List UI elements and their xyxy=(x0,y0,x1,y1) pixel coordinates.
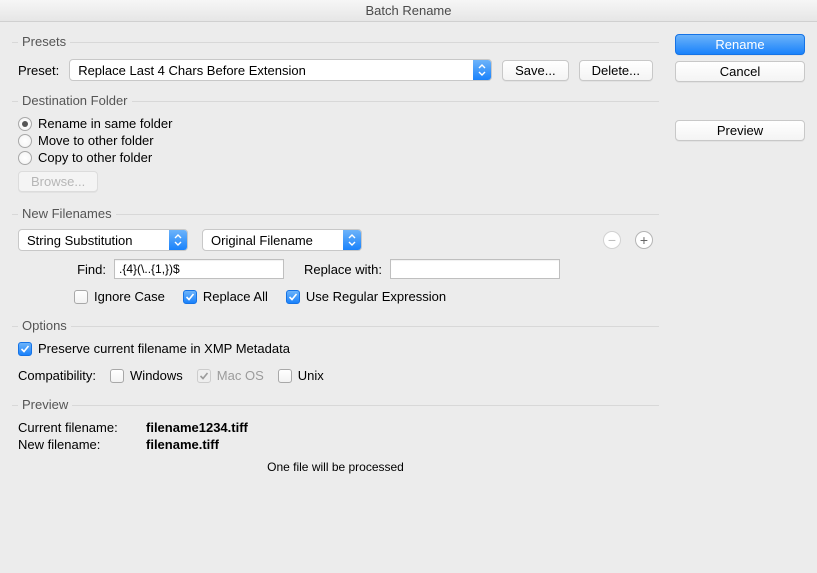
preview-group: Preview Current filename: filename1234.t… xyxy=(12,405,659,480)
rename-button[interactable]: Rename xyxy=(675,34,805,55)
find-label: Find: xyxy=(66,262,106,277)
checkbox-icon xyxy=(74,290,88,304)
ignore-case-checkbox[interactable]: Ignore Case xyxy=(74,289,165,304)
presets-legend: Presets xyxy=(18,34,70,49)
dest-option-same[interactable]: Rename in same folder xyxy=(18,116,653,131)
dest-option-label: Rename in same folder xyxy=(38,116,172,131)
destination-legend: Destination Folder xyxy=(18,93,132,108)
checkbox-label: Windows xyxy=(130,368,183,383)
compat-macos-checkbox: Mac OS xyxy=(197,368,264,383)
dest-option-label: Copy to other folder xyxy=(38,150,152,165)
checkbox-icon xyxy=(197,369,211,383)
presets-group: Presets Preset: Replace Last 4 Chars Bef… xyxy=(12,42,659,87)
chevrons-icon xyxy=(169,230,187,250)
current-filename-label: Current filename: xyxy=(18,420,138,435)
compat-windows-checkbox[interactable]: Windows xyxy=(110,368,183,383)
use-regex-checkbox[interactable]: Use Regular Expression xyxy=(286,289,446,304)
radio-icon xyxy=(18,134,32,148)
chevrons-icon xyxy=(473,60,491,80)
source-value: Original Filename xyxy=(203,233,343,248)
dest-option-copy[interactable]: Copy to other folder xyxy=(18,150,653,165)
new-filename-label: New filename: xyxy=(18,437,138,452)
cancel-button[interactable]: Cancel xyxy=(675,61,805,82)
checkbox-label: Ignore Case xyxy=(94,289,165,304)
add-component-button[interactable]: + xyxy=(635,231,653,249)
radio-icon xyxy=(18,151,32,165)
new-filenames-legend: New Filenames xyxy=(18,206,116,221)
checkbox-label: Use Regular Expression xyxy=(306,289,446,304)
remove-component-button[interactable]: − xyxy=(603,231,621,249)
save-preset-button[interactable]: Save... xyxy=(502,60,568,81)
preset-select-value: Replace Last 4 Chars Before Extension xyxy=(70,63,473,78)
replace-input[interactable] xyxy=(390,259,560,279)
options-group: Options Preserve current filename in XMP… xyxy=(12,326,659,391)
preset-label: Preset: xyxy=(18,63,59,78)
new-filename-value: filename.tiff xyxy=(146,437,219,452)
checkbox-icon xyxy=(18,342,32,356)
window-title: Batch Rename xyxy=(0,0,817,22)
checkbox-label: Mac OS xyxy=(217,368,264,383)
compatibility-label: Compatibility: xyxy=(18,368,96,383)
component-type-value: String Substitution xyxy=(19,233,169,248)
find-input[interactable] xyxy=(114,259,284,279)
checkbox-icon xyxy=(183,290,197,304)
options-legend: Options xyxy=(18,318,71,333)
replace-all-checkbox[interactable]: Replace All xyxy=(183,289,268,304)
browse-button: Browse... xyxy=(18,171,98,192)
checkbox-icon xyxy=(286,290,300,304)
preserve-xmp-checkbox[interactable]: Preserve current filename in XMP Metadat… xyxy=(18,341,653,356)
checkbox-icon xyxy=(278,369,292,383)
preview-legend: Preview xyxy=(18,397,72,412)
dest-option-label: Move to other folder xyxy=(38,133,154,148)
compat-unix-checkbox[interactable]: Unix xyxy=(278,368,324,383)
component-type-select[interactable]: String Substitution xyxy=(18,229,188,251)
dest-option-move[interactable]: Move to other folder xyxy=(18,133,653,148)
radio-icon xyxy=(18,117,32,131)
checkbox-label: Unix xyxy=(298,368,324,383)
delete-preset-button[interactable]: Delete... xyxy=(579,60,653,81)
checkbox-icon xyxy=(110,369,124,383)
preset-select[interactable]: Replace Last 4 Chars Before Extension xyxy=(69,59,492,81)
new-filenames-group: New Filenames String Substitution Origin… xyxy=(12,214,659,312)
destination-group: Destination Folder Rename in same folder… xyxy=(12,101,659,200)
current-filename-value: filename1234.tiff xyxy=(146,420,248,435)
checkbox-label: Replace All xyxy=(203,289,268,304)
checkbox-label: Preserve current filename in XMP Metadat… xyxy=(38,341,290,356)
preview-footer: One file will be processed xyxy=(18,460,653,474)
replace-label: Replace with: xyxy=(292,262,382,277)
preview-button[interactable]: Preview xyxy=(675,120,805,141)
chevrons-icon xyxy=(343,230,361,250)
source-select[interactable]: Original Filename xyxy=(202,229,362,251)
